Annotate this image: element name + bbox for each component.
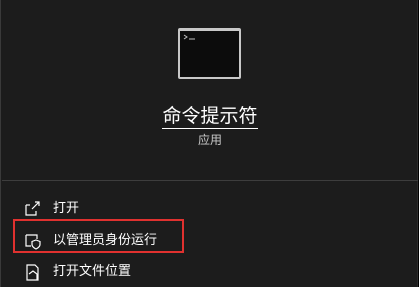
open-file-location-label: 打开文件位置 [53,264,132,279]
app-type-label: 应用 [197,133,222,147]
app-title[interactable]: 命令提示符 [1,103,419,129]
folder-icon [23,262,43,282]
open-icon [23,199,43,219]
open-file-location-action[interactable]: 打开文件位置 [23,260,323,284]
open-action[interactable]: 打开 [23,197,323,221]
app-details-panel: 命令提示符 应用 打开 以管理员身份运行 打开文件位置 [0,0,418,287]
divider [2,180,418,181]
open-action-label: 打开 [53,201,80,216]
command-prompt-icon [178,28,241,79]
app-title-text[interactable]: 命令提示符 [162,105,258,129]
highlight-box [13,219,184,253]
